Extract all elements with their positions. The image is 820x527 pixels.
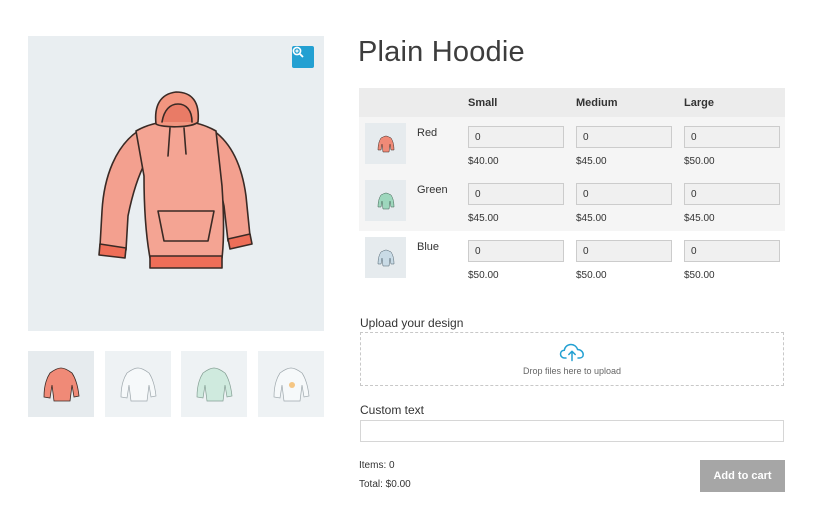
total-price: Total: $0.00: [359, 479, 411, 490]
header-medium: Medium: [576, 97, 618, 109]
price-blue-medium: $50.00: [576, 270, 607, 281]
qty-green-large[interactable]: [684, 183, 780, 205]
qty-red-medium[interactable]: [576, 126, 672, 148]
product-title: Plain Hoodie: [358, 36, 525, 68]
color-name-red: Red: [417, 127, 438, 139]
hoodie-illustration: [98, 91, 253, 269]
hoodie-thumb-white: [120, 367, 157, 402]
zoom-in-icon: [292, 46, 304, 58]
thumbnail-red[interactable]: [28, 351, 94, 417]
custom-text-label: Custom text: [360, 403, 425, 417]
cloud-upload-icon: [559, 343, 584, 362]
hoodie-swatch-green-icon: [377, 192, 394, 209]
thumbnail-logo[interactable]: [258, 351, 324, 417]
qty-blue-medium[interactable]: [576, 240, 672, 262]
main-product-image[interactable]: [28, 36, 324, 331]
variation-row-blue: Blue $50.00 $50.00 $50.00: [359, 231, 785, 288]
price-blue-small: $50.00: [468, 270, 499, 281]
items-count: Items: 0: [359, 460, 395, 471]
price-green-small: $45.00: [468, 213, 499, 224]
thumbnail-white[interactable]: [105, 351, 171, 417]
hoodie-swatch-red-icon: [377, 135, 394, 152]
qty-blue-small[interactable]: [468, 240, 564, 262]
variations-table: Small Medium Large Red $40.00 $45.00 $50…: [359, 88, 785, 288]
qty-green-medium[interactable]: [576, 183, 672, 205]
zoom-button[interactable]: [292, 46, 314, 68]
qty-blue-large[interactable]: [684, 240, 780, 262]
hoodie-thumb-green: [196, 367, 233, 402]
price-blue-large: $50.00: [684, 270, 715, 281]
price-red-medium: $45.00: [576, 156, 607, 167]
add-to-cart-button[interactable]: Add to cart: [700, 460, 785, 492]
variation-row-red: Red $40.00 $45.00 $50.00: [359, 117, 785, 174]
swatch-green: [365, 180, 406, 221]
qty-red-small[interactable]: [468, 126, 564, 148]
price-red-large: $50.00: [684, 156, 715, 167]
thumbnail-green[interactable]: [181, 351, 247, 417]
variations-header: Small Medium Large: [359, 88, 785, 117]
hoodie-swatch-blue-icon: [377, 249, 394, 266]
upload-label: Upload your design: [360, 316, 464, 330]
color-name-green: Green: [417, 184, 448, 196]
price-green-medium: $45.00: [576, 213, 607, 224]
header-large: Large: [684, 97, 714, 109]
hoodie-thumb-red: [43, 367, 80, 402]
color-name-blue: Blue: [417, 241, 440, 253]
price-red-small: $40.00: [468, 156, 499, 167]
variation-row-green: Green $45.00 $45.00 $45.00: [359, 174, 785, 231]
header-small: Small: [468, 97, 498, 109]
swatch-blue: [365, 237, 406, 278]
dropzone-text: Drop files here to upload: [522, 366, 622, 376]
price-green-large: $45.00: [684, 213, 715, 224]
hoodie-thumb-logo: [273, 367, 310, 402]
qty-green-small[interactable]: [468, 183, 564, 205]
swatch-red: [365, 123, 406, 164]
thumbnail-strip: [28, 351, 324, 417]
custom-text-input[interactable]: [360, 420, 784, 442]
upload-dropzone[interactable]: Drop files here to upload: [360, 332, 784, 386]
qty-red-large[interactable]: [684, 126, 780, 148]
